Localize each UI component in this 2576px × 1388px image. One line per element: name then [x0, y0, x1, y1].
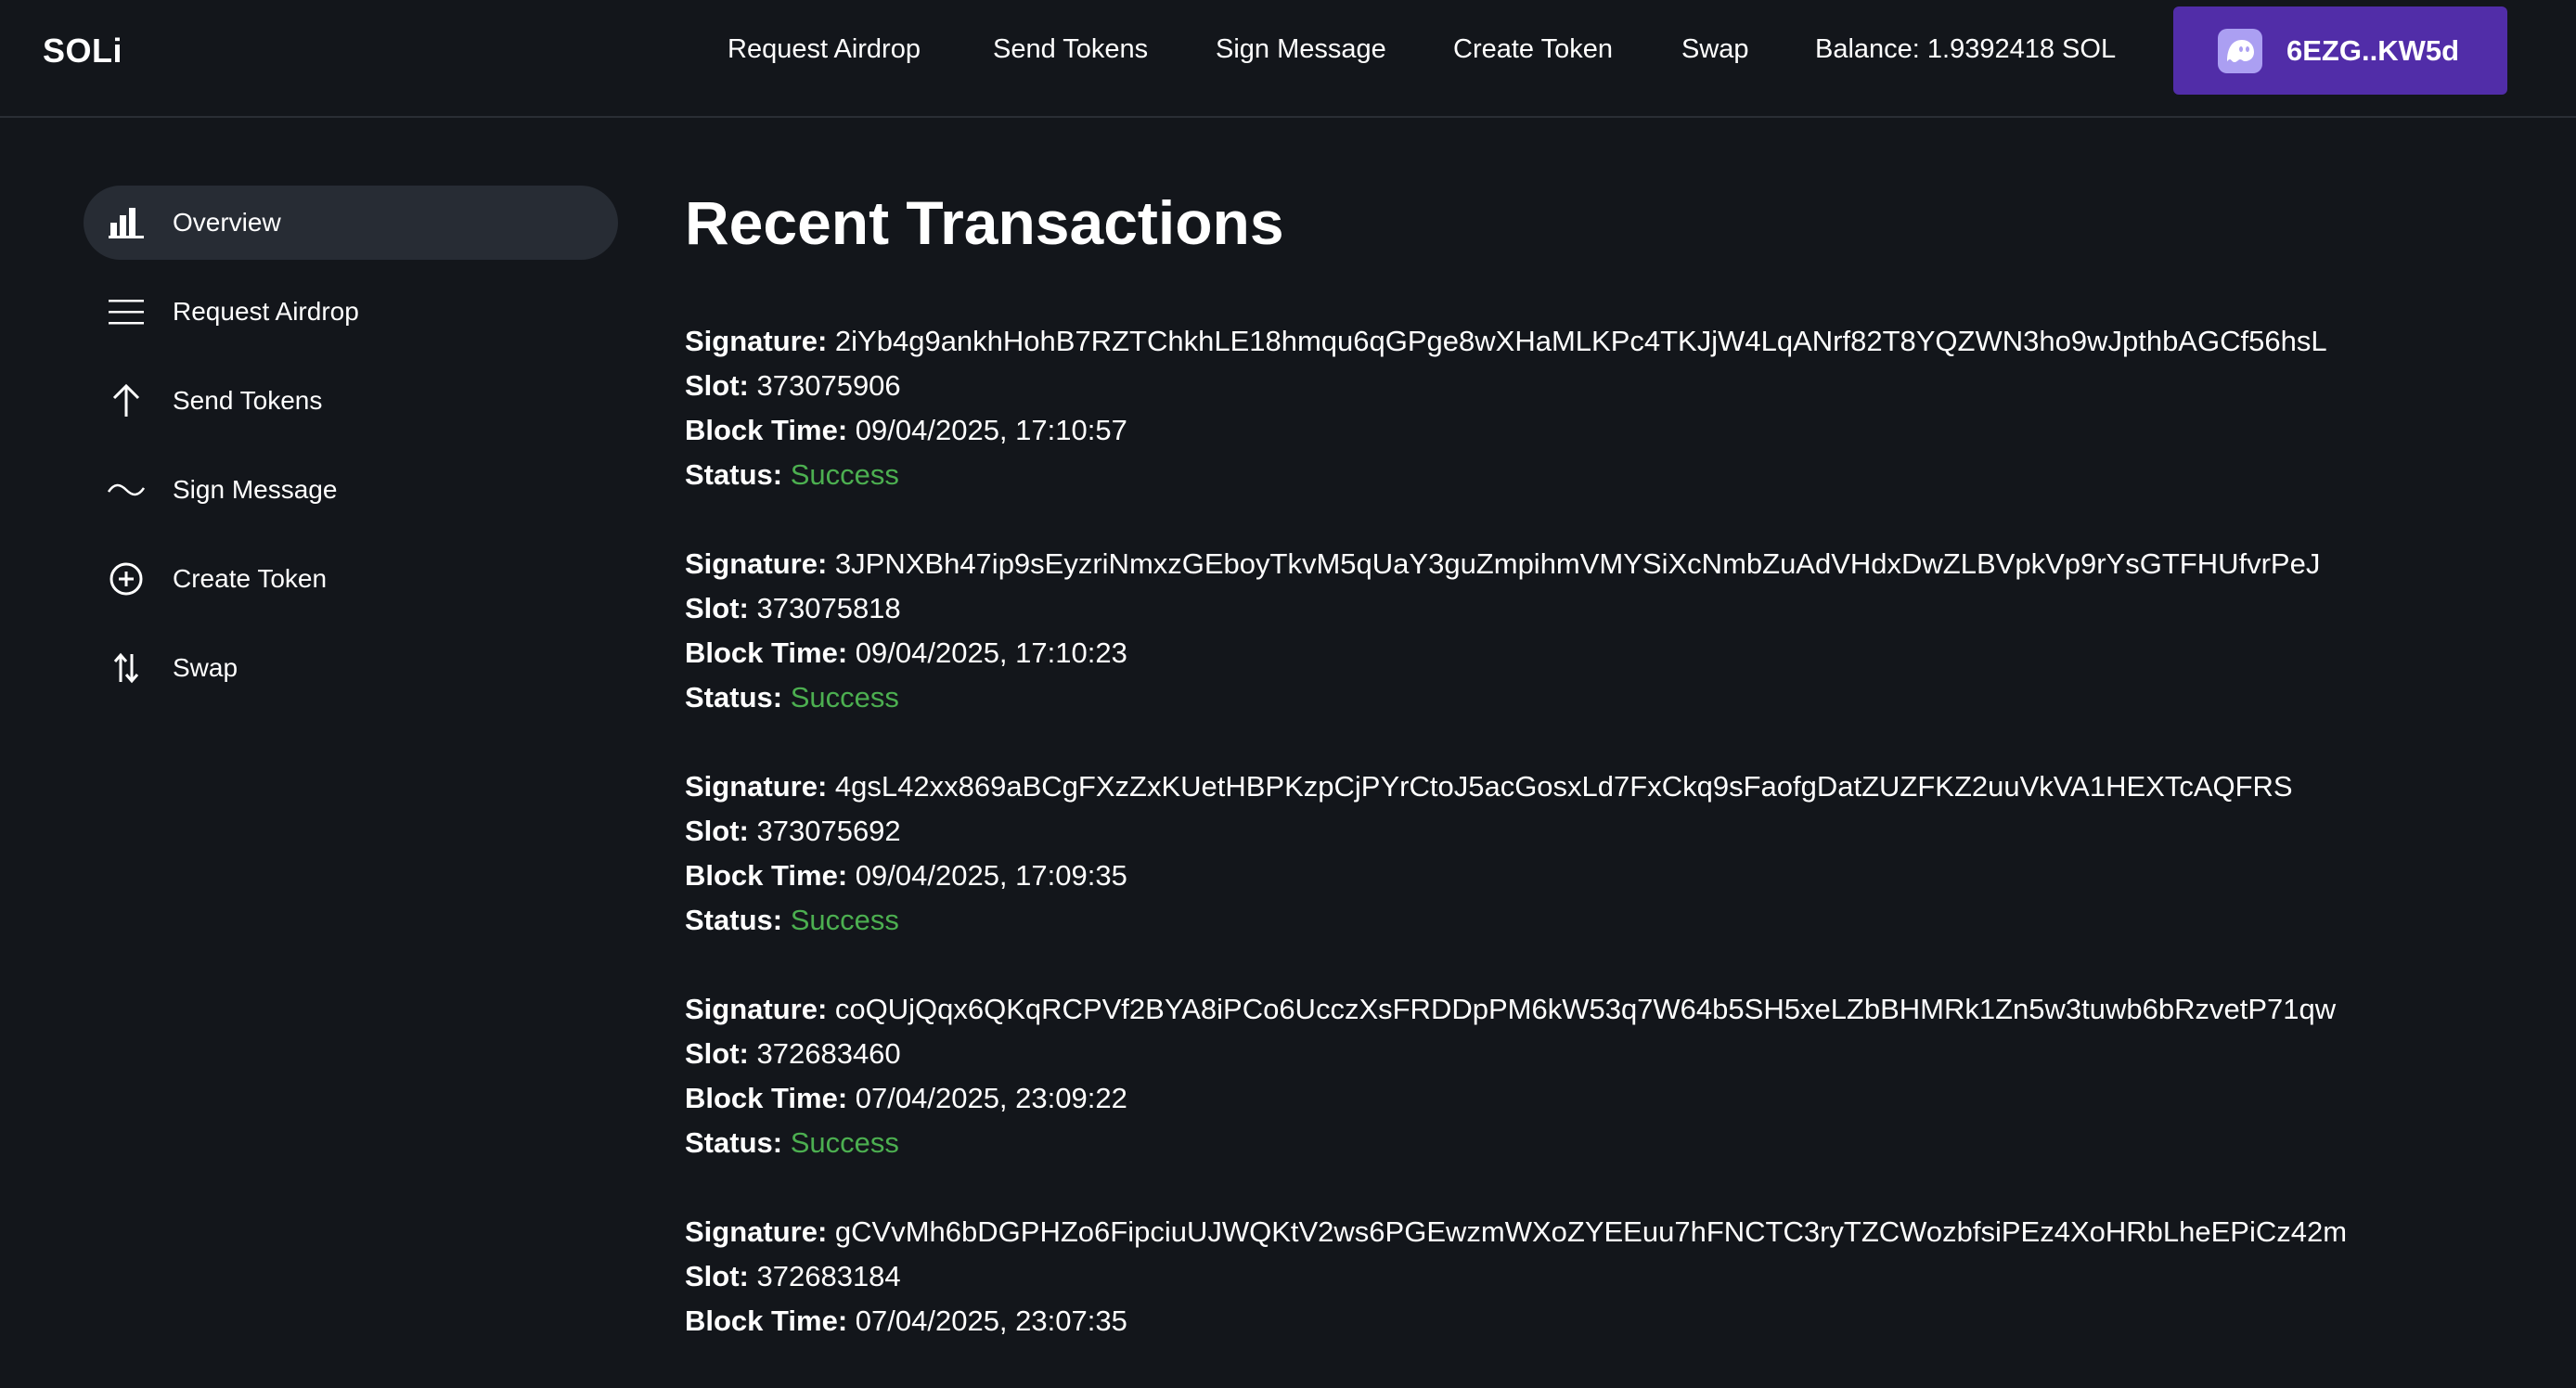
top-navbar: SOLi Request Airdrop Send Tokens Sign Me…	[0, 0, 2576, 118]
slot-label: Slot:	[685, 815, 749, 847]
block-time-label: Block Time:	[685, 1082, 848, 1114]
nav-swap[interactable]: Swap	[1681, 34, 1749, 65]
slot-value: 373075906	[756, 369, 901, 402]
slot-value: 372683184	[756, 1260, 901, 1292]
slot-label: Slot:	[685, 369, 749, 402]
status-value: Success	[790, 681, 899, 713]
sidebar-item-label: Overview	[173, 208, 281, 237]
slot-label: Slot:	[685, 592, 749, 624]
block-time-value: 09/04/2025, 17:09:35	[855, 859, 1127, 892]
bar-chart-icon	[108, 204, 145, 241]
slot-label: Slot:	[685, 1260, 749, 1292]
sidebar-item-label: Request Airdrop	[173, 297, 359, 326]
sidebar-item-send-tokens[interactable]: Send Tokens	[84, 364, 618, 438]
transaction-item: Signature: gCVvMh6bDGPHZo6FipciuUJWQKtV2…	[685, 1210, 2531, 1343]
block-time-value: 07/04/2025, 23:09:22	[855, 1082, 1127, 1114]
wallet-balance: Balance: 1.9392418 SOL	[1815, 34, 2117, 64]
status-label: Status:	[685, 458, 783, 491]
signature-label: Signature:	[685, 993, 828, 1025]
sidebar-item-label: Sign Message	[173, 475, 338, 504]
transaction-item: Signature: 3JPNXBh47ip9sEyzriNmxzGEboyTk…	[685, 542, 2531, 720]
nav-request-airdrop[interactable]: Request Airdrop	[728, 34, 921, 65]
sidebar-item-swap[interactable]: Swap	[84, 631, 618, 705]
phantom-ghost-icon	[2218, 28, 2262, 73]
slot-label: Slot:	[685, 1037, 749, 1070]
sidebar-item-label: Create Token	[173, 564, 328, 593]
slot-value: 373075818	[756, 592, 901, 624]
status-label: Status:	[685, 1126, 783, 1159]
transaction-item: Signature: 2iYb4g9ankhHohB7RZTChkhLE18hm…	[685, 319, 2531, 497]
sidebar-item-overview[interactable]: Overview	[84, 186, 618, 260]
status-label: Status:	[685, 904, 783, 936]
slot-value: 373075692	[756, 815, 901, 847]
transaction-item: Signature: 4gsL42xx869aBCgFXzZxKUetHBPKz…	[685, 765, 2531, 943]
sidebar-item-request-airdrop[interactable]: Request Airdrop	[84, 275, 618, 349]
wave-icon	[108, 471, 145, 508]
signature-value: 4gsL42xx869aBCgFXzZxKUetHBPKzpCjPYrCtoJ5…	[834, 770, 2293, 803]
nav-sign-message[interactable]: Sign Message	[1216, 34, 1386, 65]
page-title: Recent Transactions	[685, 188, 1284, 257]
status-value: Success	[790, 1126, 899, 1159]
signature-label: Signature:	[685, 770, 828, 803]
menu-lines-icon	[108, 293, 145, 330]
status-label: Status:	[685, 681, 783, 713]
arrow-up-icon	[108, 382, 145, 419]
transaction-item: Signature: coQUjQqx6QKqRCPVf2BYA8iPCo6Uc…	[685, 987, 2531, 1165]
status-value: Success	[790, 904, 899, 936]
wallet-address: 6EZG..KW5d	[2286, 33, 2460, 67]
brand-logo[interactable]: SOLi	[43, 32, 122, 71]
nav-create-token[interactable]: Create Token	[1453, 34, 1613, 65]
signature-value: gCVvMh6bDGPHZo6FipciuUJWQKtV2ws6PGEwzmWX…	[834, 1215, 2348, 1248]
wallet-button[interactable]: 6EZG..KW5d	[2173, 6, 2507, 95]
sidebar-item-label: Swap	[173, 653, 238, 682]
sidebar-item-label: Send Tokens	[173, 386, 323, 415]
nav-send-tokens[interactable]: Send Tokens	[993, 34, 1148, 65]
block-time-label: Block Time:	[685, 414, 848, 446]
main-content: Recent Transactions Signature: 2iYb4g9an…	[685, 182, 2531, 1388]
signature-label: Signature:	[685, 325, 828, 357]
slot-value: 372683460	[756, 1037, 901, 1070]
sidebar-item-sign-message[interactable]: Sign Message	[84, 453, 618, 527]
block-time-value: 09/04/2025, 17:10:23	[855, 636, 1127, 669]
signature-value: 3JPNXBh47ip9sEyzriNmxzGEboyTkvM5qUaY3guZ…	[834, 547, 2321, 580]
signature-label: Signature:	[685, 547, 828, 580]
sidebar: Overview Request Airdrop Send Tokens Sig…	[84, 186, 618, 720]
signature-label: Signature:	[685, 1215, 828, 1248]
block-time-value: 09/04/2025, 17:10:57	[855, 414, 1127, 446]
swap-arrows-icon	[108, 649, 145, 687]
signature-value: coQUjQqx6QKqRCPVf2BYA8iPCo6UcczXsFRDDpPM…	[834, 993, 2337, 1025]
block-time-label: Block Time:	[685, 636, 848, 669]
status-value: Success	[790, 458, 899, 491]
signature-value: 2iYb4g9ankhHohB7RZTChkhLE18hmqu6qGPge8wX…	[834, 325, 2327, 357]
plus-circle-icon	[108, 560, 145, 598]
sidebar-item-create-token[interactable]: Create Token	[84, 542, 618, 616]
block-time-label: Block Time:	[685, 859, 848, 892]
